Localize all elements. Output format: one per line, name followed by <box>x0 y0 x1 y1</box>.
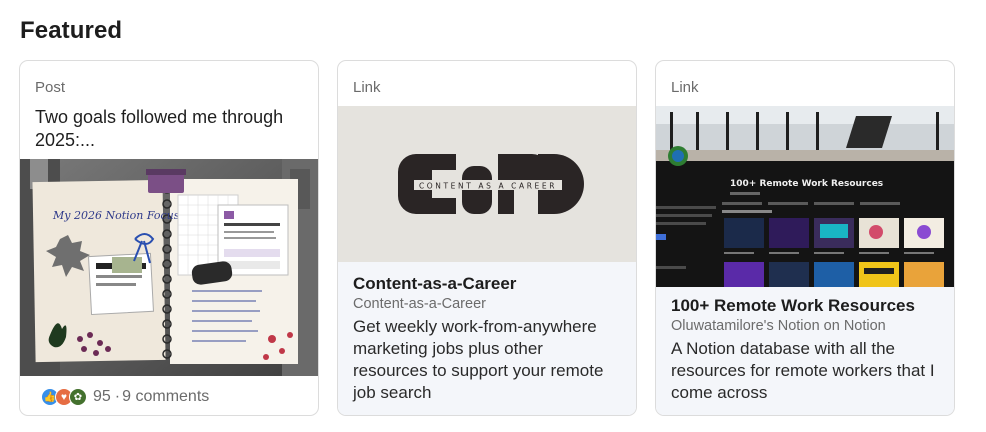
post-text[interactable]: Two goals followed me through 2025:... <box>35 106 305 152</box>
link-details: Content-as-a-Career Content-as-a-Career … <box>338 262 636 415</box>
link-description: A Notion database with all the resources… <box>671 339 935 402</box>
featured-link-card[interactable]: Link CONTENT AS A CAREER Content-as-a-Ca… <box>337 60 637 416</box>
featured-link-card[interactable]: Link 100+ Remote Work Resources 100+ Rem… <box>655 60 955 416</box>
post-image[interactable]: My 2026 Notion Focus <box>20 159 318 376</box>
card-type-label: Link <box>353 79 381 96</box>
link-preview-image[interactable]: 100+ Remote Work Resources <box>656 106 954 287</box>
section-title: Featured <box>20 17 123 44</box>
reaction-count[interactable]: 95 <box>93 388 111 406</box>
preview-heading: 100+ Remote Work Resources <box>730 179 883 189</box>
featured-post-card[interactable]: Post Two goals followed me through 2025:… <box>19 60 319 416</box>
link-subtitle: Content-as-a-Career <box>353 296 486 312</box>
card-type-label: Post <box>35 79 66 96</box>
notebook-title-text: My 2026 Notion Focus <box>52 209 180 222</box>
card-type-label: Link <box>671 79 699 96</box>
link-preview-image[interactable]: CONTENT AS A CAREER <box>338 106 636 262</box>
link-title[interactable]: Content-as-a-Career <box>353 274 621 294</box>
comments-count[interactable]: 9 comments <box>122 388 209 406</box>
link-details: 100+ Remote Work Resources Oluwatamilore… <box>656 287 954 415</box>
link-description: Get weekly work-from-anywhere marketing … <box>353 317 604 402</box>
social-counts[interactable]: 👍 ♥ ✿ 95 · 9 comments <box>41 386 209 408</box>
separator: · <box>114 388 121 405</box>
link-title[interactable]: 100+ Remote Work Resources <box>671 296 939 316</box>
logo-text: CONTENT AS A CAREER <box>419 182 557 191</box>
reaction-icons: 👍 ♥ ✿ <box>41 387 95 407</box>
link-subtitle: Oluwatamilore's Notion on Notion <box>671 318 886 334</box>
support-reaction-icon: ✿ <box>69 388 87 406</box>
